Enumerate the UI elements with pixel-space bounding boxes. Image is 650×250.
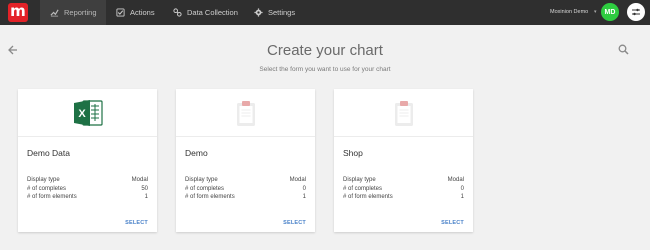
display-type-value: Modal bbox=[131, 177, 148, 183]
form-card-demo-data[interactable]: X Demo Data Display type Modal # of compl… bbox=[18, 89, 157, 232]
form-elements-label: # of form elements bbox=[185, 194, 235, 200]
display-type-label: Display type bbox=[343, 177, 376, 183]
display-type-value: Modal bbox=[447, 177, 464, 183]
chart-line-icon bbox=[50, 9, 59, 17]
tab-settings[interactable]: Settings bbox=[254, 0, 295, 25]
link-icon bbox=[173, 8, 182, 17]
svg-text:X: X bbox=[78, 108, 86, 120]
card-meta: Display type Modal # of completes 0 # of f… bbox=[185, 176, 306, 202]
sliders-icon bbox=[632, 8, 640, 16]
card-thumbnail bbox=[334, 89, 473, 137]
checkbox-icon bbox=[116, 8, 125, 17]
completes-label: # of completes bbox=[343, 185, 383, 192]
logo-letter: m bbox=[10, 2, 26, 20]
select-button[interactable]: SELECT bbox=[125, 220, 148, 226]
card-thumbnail: X bbox=[18, 89, 157, 137]
menu-button[interactable] bbox=[627, 3, 645, 21]
select-button[interactable]: SELECT bbox=[283, 220, 306, 226]
tab-label: Data Collection bbox=[187, 8, 238, 17]
top-nav-bar: m Reporting Actions Data Collection Sett… bbox=[0, 0, 650, 25]
form-card-shop[interactable]: Shop Display type Modal # of completes 0 #… bbox=[334, 89, 473, 232]
display-type-label: Display type bbox=[27, 177, 60, 183]
form-elements-value: 1 bbox=[144, 194, 148, 200]
user-name[interactable]: Moxinion Demo bbox=[550, 9, 588, 15]
form-card-demo[interactable]: Demo Display type Modal # of completes 0 #… bbox=[176, 89, 315, 232]
completes-label: # of completes bbox=[185, 185, 225, 192]
chevron-down-icon[interactable]: ▾ bbox=[594, 9, 597, 15]
gear-icon bbox=[254, 8, 263, 17]
completes-value: 0 bbox=[302, 185, 306, 192]
completes-label: # of completes bbox=[27, 185, 67, 192]
card-title: Demo Data bbox=[27, 148, 70, 158]
tab-label: Reporting bbox=[64, 8, 97, 17]
clipboard-icon bbox=[236, 100, 255, 126]
card-meta: Display type Modal # of completes 0 # of f… bbox=[343, 176, 464, 202]
form-elements-label: # of form elements bbox=[27, 194, 77, 200]
form-elements-label: # of form elements bbox=[343, 194, 393, 200]
page-title: Create your chart bbox=[267, 42, 383, 59]
tab-label: Actions bbox=[130, 8, 155, 17]
excel-icon: X bbox=[73, 99, 103, 126]
tab-label: Settings bbox=[268, 8, 296, 17]
card-title: Shop bbox=[343, 148, 363, 158]
clipboard-icon bbox=[394, 100, 413, 126]
display-type-value: Modal bbox=[289, 177, 306, 183]
form-elements-value: 1 bbox=[460, 194, 464, 200]
avatar[interactable]: MD bbox=[601, 3, 619, 21]
card-title: Demo bbox=[185, 148, 208, 158]
tab-actions[interactable]: Actions bbox=[116, 0, 155, 25]
tab-data-collection[interactable]: Data Collection bbox=[173, 0, 238, 25]
form-elements-value: 1 bbox=[302, 194, 306, 200]
app-logo[interactable]: m bbox=[8, 3, 28, 22]
select-button[interactable]: SELECT bbox=[441, 220, 464, 226]
display-type-label: Display type bbox=[185, 177, 218, 183]
completes-value: 50 bbox=[141, 185, 148, 192]
completes-value: 0 bbox=[460, 185, 464, 192]
page-subtitle: Select the form you want to use for your… bbox=[259, 66, 391, 73]
tab-reporting[interactable]: Reporting bbox=[40, 0, 106, 25]
card-thumbnail bbox=[176, 89, 315, 137]
card-meta: Display type Modal # of completes 50 # of … bbox=[27, 176, 148, 202]
search-icon[interactable] bbox=[618, 44, 629, 55]
